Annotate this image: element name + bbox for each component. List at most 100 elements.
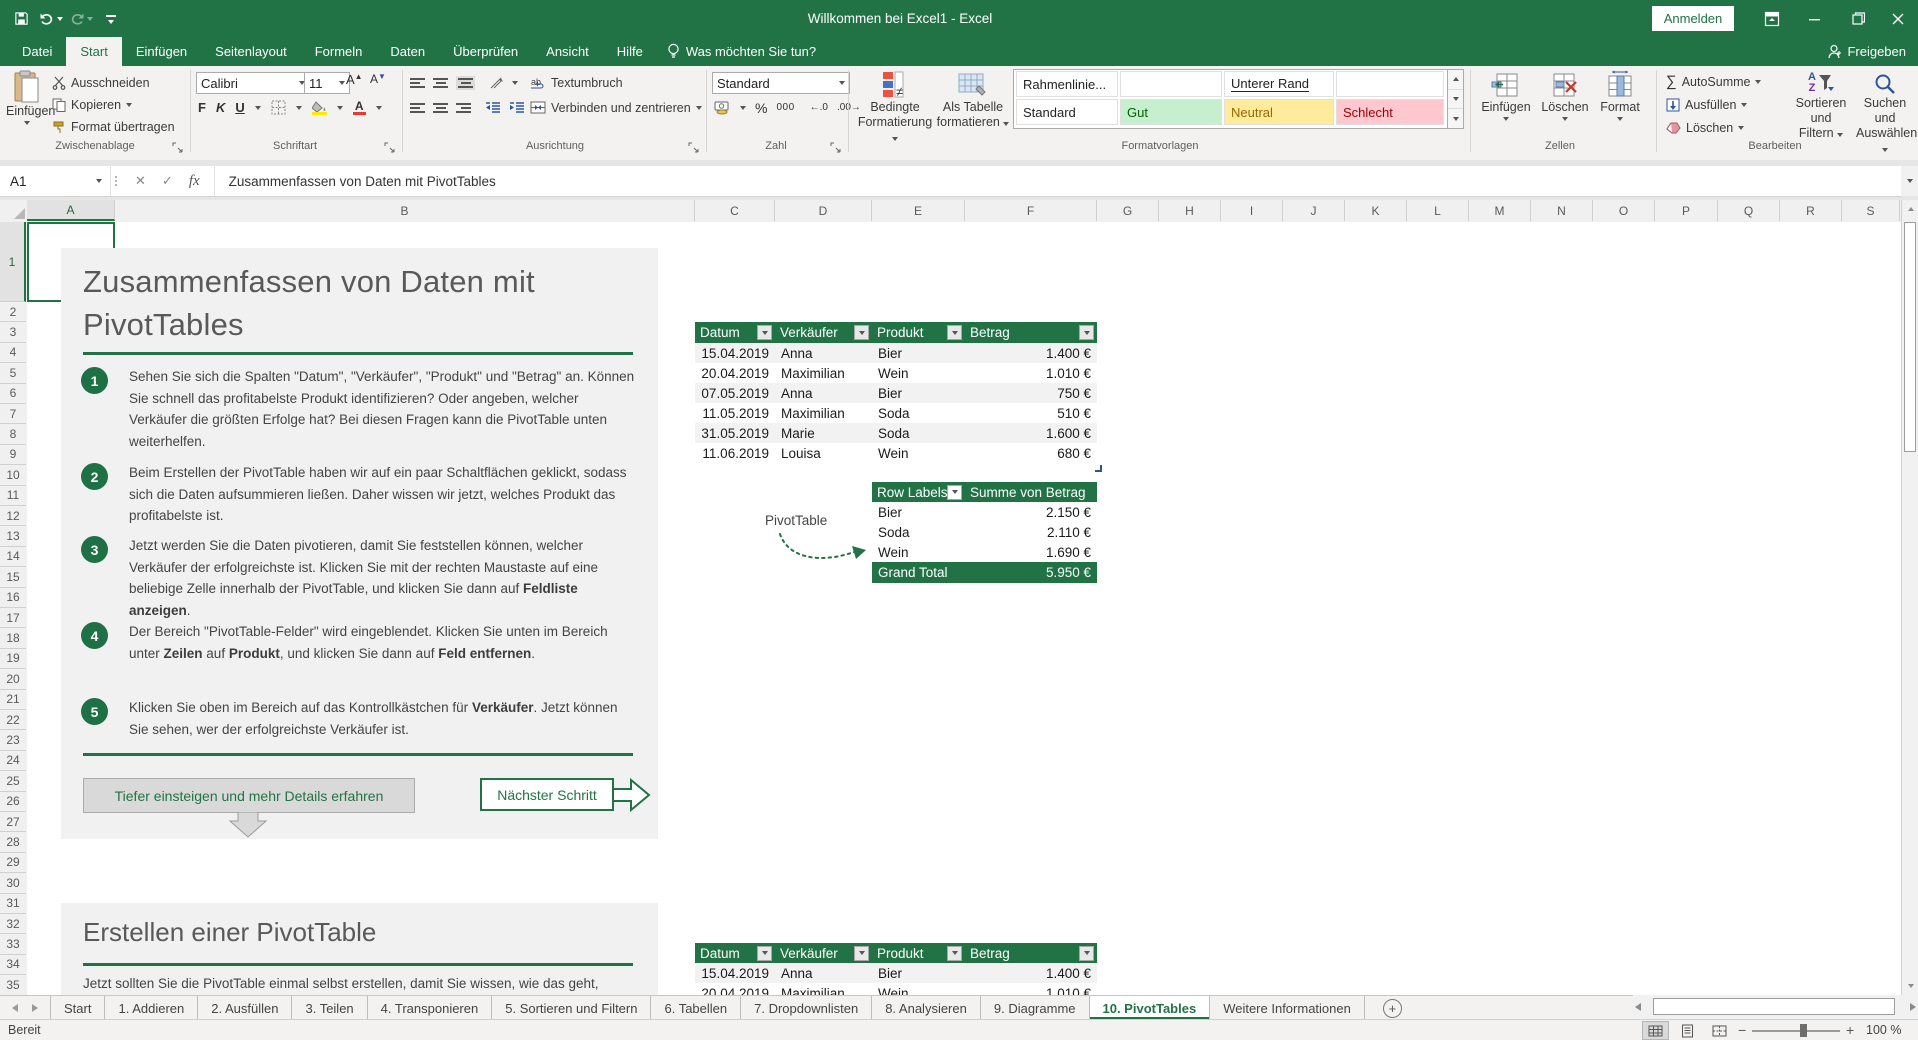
row-header-11[interactable]: 11: [0, 486, 26, 506]
table-header-betrag[interactable]: Betrag: [965, 943, 1097, 963]
filter-dropdown-icon[interactable]: [947, 485, 962, 500]
tab-ueberpruefen[interactable]: Überprüfen: [439, 37, 532, 66]
borders-icon[interactable]: [271, 100, 286, 115]
close-icon[interactable]: [1878, 0, 1918, 37]
clipboard-dialog-launcher-icon[interactable]: [172, 142, 184, 154]
row-header-6[interactable]: 6: [0, 384, 26, 404]
sheet-tab-9-diagramme[interactable]: 9. Diagramme: [981, 996, 1090, 1020]
minimize-icon[interactable]: [1795, 0, 1835, 37]
table-cell[interactable]: 15.04.2019: [695, 963, 775, 983]
sheet-tab-5-sortieren-und-filtern[interactable]: 5. Sortieren und Filtern: [492, 996, 651, 1020]
style-blank[interactable]: [1120, 71, 1222, 97]
sheet-tab-start[interactable]: Start: [51, 996, 105, 1020]
style-unterer-rand[interactable]: Unterer Rand: [1224, 71, 1334, 97]
align-bottom-icon[interactable]: [456, 76, 475, 90]
zoom-slider-thumb[interactable]: [1800, 1024, 1807, 1037]
ribbon-display-options-icon[interactable]: [1752, 0, 1792, 37]
filter-dropdown-icon[interactable]: [757, 946, 772, 961]
zoom-out-icon[interactable]: −: [1738, 1022, 1746, 1038]
page-layout-view-icon[interactable]: [1674, 1021, 1701, 1040]
increase-font-icon[interactable]: A▲: [346, 72, 363, 87]
align-right-icon[interactable]: [456, 103, 471, 113]
style-blank-2[interactable]: [1336, 71, 1444, 97]
format-painter-button[interactable]: Format übertragen: [52, 116, 175, 137]
style-neutral[interactable]: Neutral: [1224, 99, 1334, 125]
pivot-cell[interactable]: 2.150 €: [965, 502, 1097, 522]
autosum-button[interactable]: ∑ AutoSumme: [1666, 71, 1761, 92]
wrap-text-button[interactable]: ab Textumbruch: [530, 72, 623, 93]
table-cell[interactable]: 07.05.2019: [695, 383, 775, 403]
table-cell[interactable]: 1.010 €: [965, 363, 1097, 383]
row-header-25[interactable]: 25: [0, 771, 26, 791]
column-header-G[interactable]: G: [1097, 200, 1159, 221]
row-header-24[interactable]: 24: [0, 751, 26, 771]
row-header-29[interactable]: 29: [0, 853, 26, 873]
tell-me-box[interactable]: Was möchten Sie tun?: [657, 37, 826, 66]
customize-quick-access-icon[interactable]: [98, 6, 124, 32]
next-sheet-icon[interactable]: [32, 1004, 38, 1012]
prev-sheet-icon[interactable]: [12, 1004, 18, 1012]
table-header-verkäufer[interactable]: Verkäufer: [775, 322, 872, 343]
tab-ansicht[interactable]: Ansicht: [532, 37, 603, 66]
table-header-produkt[interactable]: Produkt: [872, 943, 965, 963]
name-box[interactable]: A1: [0, 166, 111, 196]
copy-button[interactable]: Kopieren: [52, 94, 132, 115]
sheet-tab-4-transponieren[interactable]: 4. Transponieren: [368, 996, 493, 1020]
insert-function-icon[interactable]: fx: [189, 173, 200, 190]
delete-cells-button[interactable]: Löschen: [1538, 70, 1592, 121]
decrease-indent-icon[interactable]: [485, 102, 501, 114]
table-cell[interactable]: Maximilian: [775, 983, 872, 995]
horizontal-scroll-thumb[interactable]: [1653, 998, 1895, 1015]
table-header-produkt[interactable]: Produkt: [872, 322, 965, 343]
tab-einfuegen[interactable]: Einfügen: [122, 37, 201, 66]
sheet-nav[interactable]: [0, 996, 51, 1020]
row-header-5[interactable]: 5: [0, 363, 26, 383]
select-all-corner[interactable]: [0, 200, 28, 221]
pivot-grand-total[interactable]: Grand Total: [872, 562, 965, 583]
filter-dropdown-icon[interactable]: [1079, 946, 1094, 961]
table-cell[interactable]: 11.06.2019: [695, 443, 775, 463]
underline-button[interactable]: U: [235, 100, 244, 115]
table-cell[interactable]: 20.04.2019: [695, 983, 775, 995]
table-cell[interactable]: 680 €: [965, 443, 1097, 463]
tab-formeln[interactable]: Formeln: [301, 37, 377, 66]
table-cell[interactable]: Maximilian: [775, 403, 872, 423]
row-header-9[interactable]: 9: [0, 445, 26, 465]
row-header-8[interactable]: 8: [0, 424, 26, 444]
row-header-1[interactable]: 1: [0, 222, 26, 302]
gallery-more-icon[interactable]: [1448, 109, 1463, 128]
row-header-3[interactable]: 3: [0, 322, 26, 342]
font-size-select[interactable]: 11: [304, 72, 350, 94]
filter-dropdown-icon[interactable]: [854, 325, 869, 340]
row-header-19[interactable]: 19: [0, 649, 26, 669]
accounting-format-icon[interactable]: [714, 100, 731, 115]
table-cell[interactable]: Anna: [775, 343, 872, 363]
vertical-scrollbar[interactable]: [1901, 200, 1918, 995]
zoom-slider-track[interactable]: [1752, 1030, 1840, 1032]
table-cell[interactable]: Soda: [872, 423, 965, 443]
pivot-grand-total[interactable]: 5.950 €: [965, 562, 1097, 583]
row-header-13[interactable]: 13: [0, 526, 26, 546]
column-header-J[interactable]: J: [1283, 200, 1345, 221]
row-header-12[interactable]: 12: [0, 506, 26, 526]
align-left-icon[interactable]: [410, 103, 425, 113]
table-cell[interactable]: Bier: [872, 963, 965, 983]
table-cell[interactable]: 11.05.2019: [695, 403, 775, 423]
row-header-23[interactable]: 23: [0, 730, 26, 750]
row-header-35[interactable]: 35: [0, 975, 26, 995]
scroll-down-icon[interactable]: [1902, 977, 1918, 995]
row-header-21[interactable]: 21: [0, 690, 26, 710]
save-icon[interactable]: [8, 6, 34, 32]
row-header-14[interactable]: 14: [0, 547, 26, 567]
restore-icon[interactable]: [1838, 0, 1878, 37]
styles-gallery-scroll[interactable]: [1447, 69, 1464, 129]
formula-input[interactable]: Zusammenfassen von Daten mit PivotTables: [214, 166, 1901, 196]
align-top-icon[interactable]: [410, 78, 425, 88]
row-header-2[interactable]: 2: [0, 302, 26, 322]
enter-icon[interactable]: ✓: [162, 173, 173, 189]
fill-color-icon[interactable]: [312, 101, 327, 115]
row-header-18[interactable]: 18: [0, 628, 26, 648]
column-header-K[interactable]: K: [1345, 200, 1407, 221]
filter-dropdown-icon[interactable]: [947, 946, 962, 961]
font-color-icon[interactable]: A: [353, 101, 366, 115]
